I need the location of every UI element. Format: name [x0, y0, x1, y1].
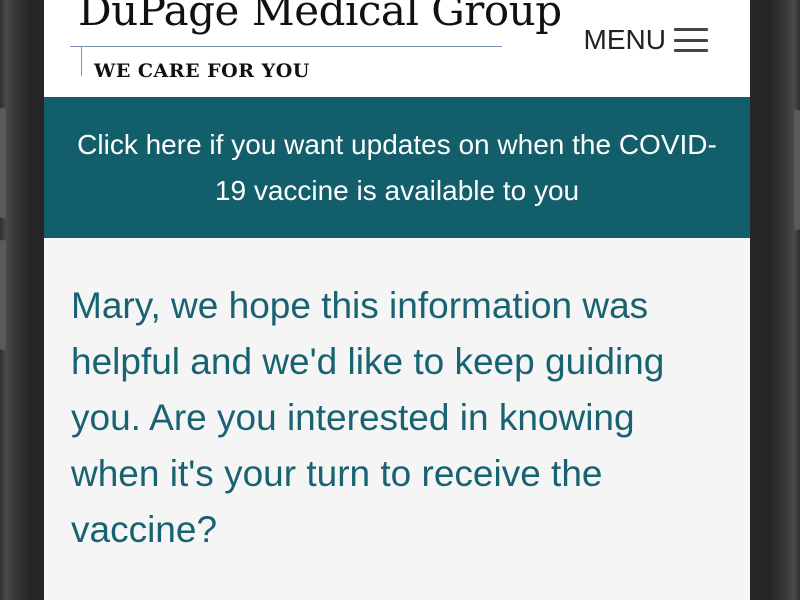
- phone-frame: DuPage Medical Group WE CARE FOR YOU MEN…: [0, 0, 800, 600]
- main-message: Mary, we hope this information was helpf…: [71, 285, 665, 550]
- vaccine-updates-banner[interactable]: Click here if you want updates on when t…: [44, 97, 750, 238]
- phone-side-button: [0, 240, 6, 350]
- hamburger-icon-bar: [674, 28, 708, 31]
- phone-screen: DuPage Medical Group WE CARE FOR YOU MEN…: [44, 0, 750, 600]
- hamburger-icon-bar: [674, 49, 708, 52]
- phone-side-button: [794, 110, 800, 230]
- menu-label: MENU: [583, 24, 666, 55]
- logo-name: DuPage Medical Group: [78, 0, 562, 35]
- menu-button[interactable]: MENU: [584, 22, 708, 58]
- logo-divider: [70, 46, 502, 47]
- vaccine-updates-banner-text: Click here if you want updates on when t…: [77, 128, 717, 206]
- site-header: DuPage Medical Group WE CARE FOR YOU MEN…: [44, 0, 750, 97]
- phone-side-button: [0, 108, 6, 218]
- logo[interactable]: DuPage Medical Group WE CARE FOR YOU: [70, 0, 562, 86]
- hamburger-icon-bar: [674, 38, 708, 42]
- logo-tagline: WE CARE FOR YOU: [94, 60, 310, 82]
- logo-divider-vertical: [81, 46, 82, 76]
- hamburger-icon: [674, 28, 708, 52]
